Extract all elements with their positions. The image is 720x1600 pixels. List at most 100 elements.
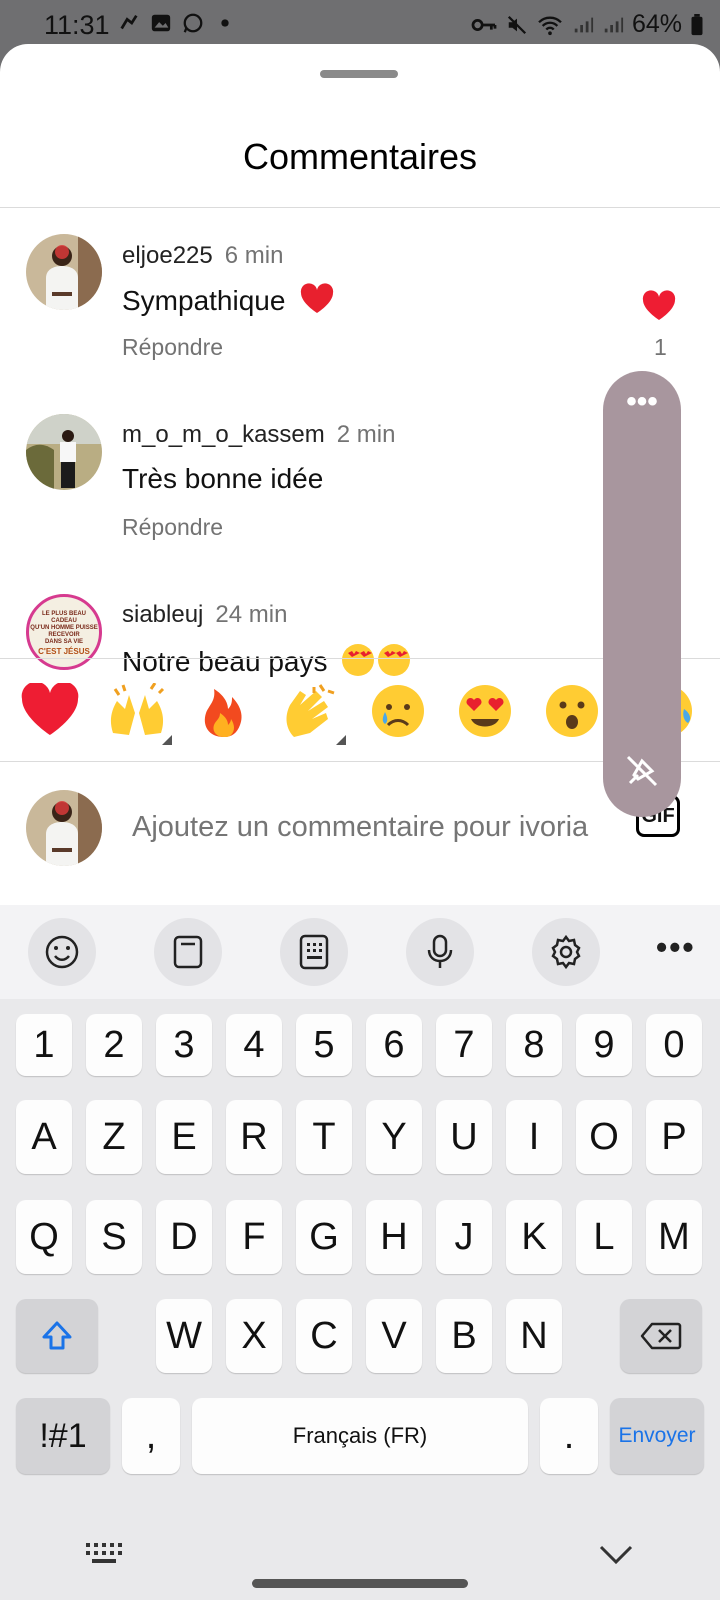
- key-2[interactable]: 2: [86, 1014, 142, 1076]
- avatar-text: QU'UN HOMME PUISSE RECEVOIR: [30, 625, 98, 638]
- reply-button[interactable]: Répondre: [122, 334, 223, 361]
- fire-icon[interactable]: [194, 683, 254, 739]
- comment-input[interactable]: [132, 804, 606, 850]
- keypad-button[interactable]: [280, 918, 348, 986]
- floating-menu-button[interactable]: •••: [603, 385, 681, 419]
- keyboard-switch-icon[interactable]: [84, 1540, 124, 1566]
- key-9[interactable]: 9: [576, 1014, 632, 1076]
- key-e[interactable]: E: [156, 1100, 212, 1174]
- comment-time: 24 min: [215, 601, 288, 628]
- unpin-icon[interactable]: [624, 753, 660, 789]
- key-k[interactable]: K: [506, 1200, 562, 1274]
- comma-key[interactable]: ,: [122, 1398, 180, 1474]
- comment-username[interactable]: eljoe225: [122, 242, 213, 269]
- surprised-face-icon[interactable]: [542, 683, 602, 739]
- key-u[interactable]: U: [436, 1100, 492, 1174]
- key-7[interactable]: 7: [436, 1014, 492, 1076]
- key-1[interactable]: 1: [16, 1014, 72, 1076]
- key-8[interactable]: 8: [506, 1014, 562, 1076]
- key-r[interactable]: R: [226, 1100, 282, 1174]
- skin-tone-indicator: [336, 735, 346, 745]
- voice-input-button[interactable]: [406, 918, 474, 986]
- key-6[interactable]: 6: [366, 1014, 422, 1076]
- status-time: 11:31: [44, 10, 110, 40]
- heart-eyes-icon[interactable]: [455, 683, 515, 739]
- comment-text: Sympathique: [122, 285, 286, 316]
- key-z[interactable]: Z: [86, 1100, 142, 1174]
- key-t[interactable]: T: [296, 1100, 352, 1174]
- more-icon[interactable]: •••: [656, 929, 696, 966]
- avatar[interactable]: [26, 414, 102, 490]
- comment-header: m_o_m_o_kassem 2 min: [122, 421, 395, 449]
- key-o[interactable]: O: [576, 1100, 632, 1174]
- key-v[interactable]: V: [366, 1299, 422, 1373]
- drag-handle[interactable]: [320, 70, 398, 78]
- emoji-icon: [45, 935, 79, 969]
- space-key[interactable]: Français (FR): [192, 1398, 528, 1474]
- key-g[interactable]: G: [296, 1200, 352, 1274]
- avatar-text: C'EST JÉSUS: [38, 647, 90, 656]
- comment-header: eljoe225 6 min: [122, 242, 283, 270]
- key-q[interactable]: Q: [16, 1200, 72, 1274]
- vpn-key-icon: [471, 18, 497, 31]
- key-l[interactable]: L: [576, 1200, 632, 1274]
- home-indicator[interactable]: [252, 1579, 468, 1588]
- key-5[interactable]: 5: [296, 1014, 352, 1076]
- key-p[interactable]: P: [646, 1100, 702, 1174]
- backspace-key[interactable]: [620, 1299, 702, 1373]
- comment-username[interactable]: siableuj: [122, 601, 203, 628]
- skin-tone-indicator: [162, 735, 172, 745]
- reply-button[interactable]: Répondre: [122, 514, 223, 541]
- my-avatar: [26, 790, 102, 866]
- key-w[interactable]: W: [156, 1299, 212, 1373]
- key-f[interactable]: F: [226, 1200, 282, 1274]
- emoji-keyboard-button[interactable]: [28, 918, 96, 986]
- raising-hands-icon[interactable]: [107, 683, 167, 739]
- red-heart-icon[interactable]: [20, 683, 80, 739]
- key-0[interactable]: 0: [646, 1014, 702, 1076]
- hide-keyboard-icon[interactable]: [598, 1544, 634, 1566]
- crying-face-icon[interactable]: [368, 683, 428, 739]
- key-j[interactable]: J: [436, 1200, 492, 1274]
- key-3[interactable]: 3: [156, 1014, 212, 1076]
- key-d[interactable]: D: [156, 1200, 212, 1274]
- key-c[interactable]: C: [296, 1299, 352, 1373]
- symbols-key[interactable]: !#1: [16, 1398, 110, 1474]
- key-i[interactable]: I: [506, 1100, 562, 1174]
- wifi-icon: [538, 16, 562, 35]
- like-heart-icon[interactable]: [642, 290, 676, 322]
- notification-icons: [118, 12, 236, 34]
- key-n[interactable]: N: [506, 1299, 562, 1373]
- microphone-icon: [427, 934, 453, 968]
- clipboard-button[interactable]: [154, 918, 222, 986]
- comment-time: 6 min: [224, 242, 284, 269]
- whatsapp-icon: [183, 13, 203, 33]
- shift-icon: [42, 1321, 72, 1350]
- comment-username[interactable]: m_o_m_o_kassem: [122, 421, 325, 448]
- key-y[interactable]: Y: [366, 1100, 422, 1174]
- key-b[interactable]: B: [436, 1299, 492, 1373]
- keyboard: ••• 1 2 3 4 5 6 7 8 9 0 A Z E R T Y U I …: [0, 905, 720, 1600]
- key-x[interactable]: X: [226, 1299, 282, 1373]
- avatar[interactable]: [26, 234, 102, 310]
- comment-header: siableuj 24 min: [122, 601, 287, 629]
- avatar-text: DANS SA VIE: [44, 639, 84, 645]
- comment-text-wrap: Sympathique: [122, 283, 335, 317]
- key-m[interactable]: M: [646, 1200, 702, 1274]
- sheet-title: Commentaires: [242, 136, 478, 177]
- key-h[interactable]: H: [366, 1200, 422, 1274]
- period-key[interactable]: .: [540, 1398, 598, 1474]
- settings-icon: [551, 934, 581, 970]
- key-a[interactable]: A: [16, 1100, 72, 1174]
- floating-window-panel[interactable]: •••: [603, 371, 681, 817]
- like-count: 1: [654, 334, 667, 360]
- shift-key[interactable]: [16, 1299, 98, 1373]
- send-key[interactable]: Envoyer: [610, 1398, 704, 1474]
- comment-time: 2 min: [336, 421, 396, 448]
- key-4[interactable]: 4: [226, 1014, 282, 1076]
- keyboard-settings-button[interactable]: [532, 918, 600, 986]
- clapping-hands-icon[interactable]: [280, 683, 340, 739]
- signal-icon-2: [604, 17, 624, 32]
- key-s[interactable]: S: [86, 1200, 142, 1274]
- dot-icon: [221, 19, 229, 27]
